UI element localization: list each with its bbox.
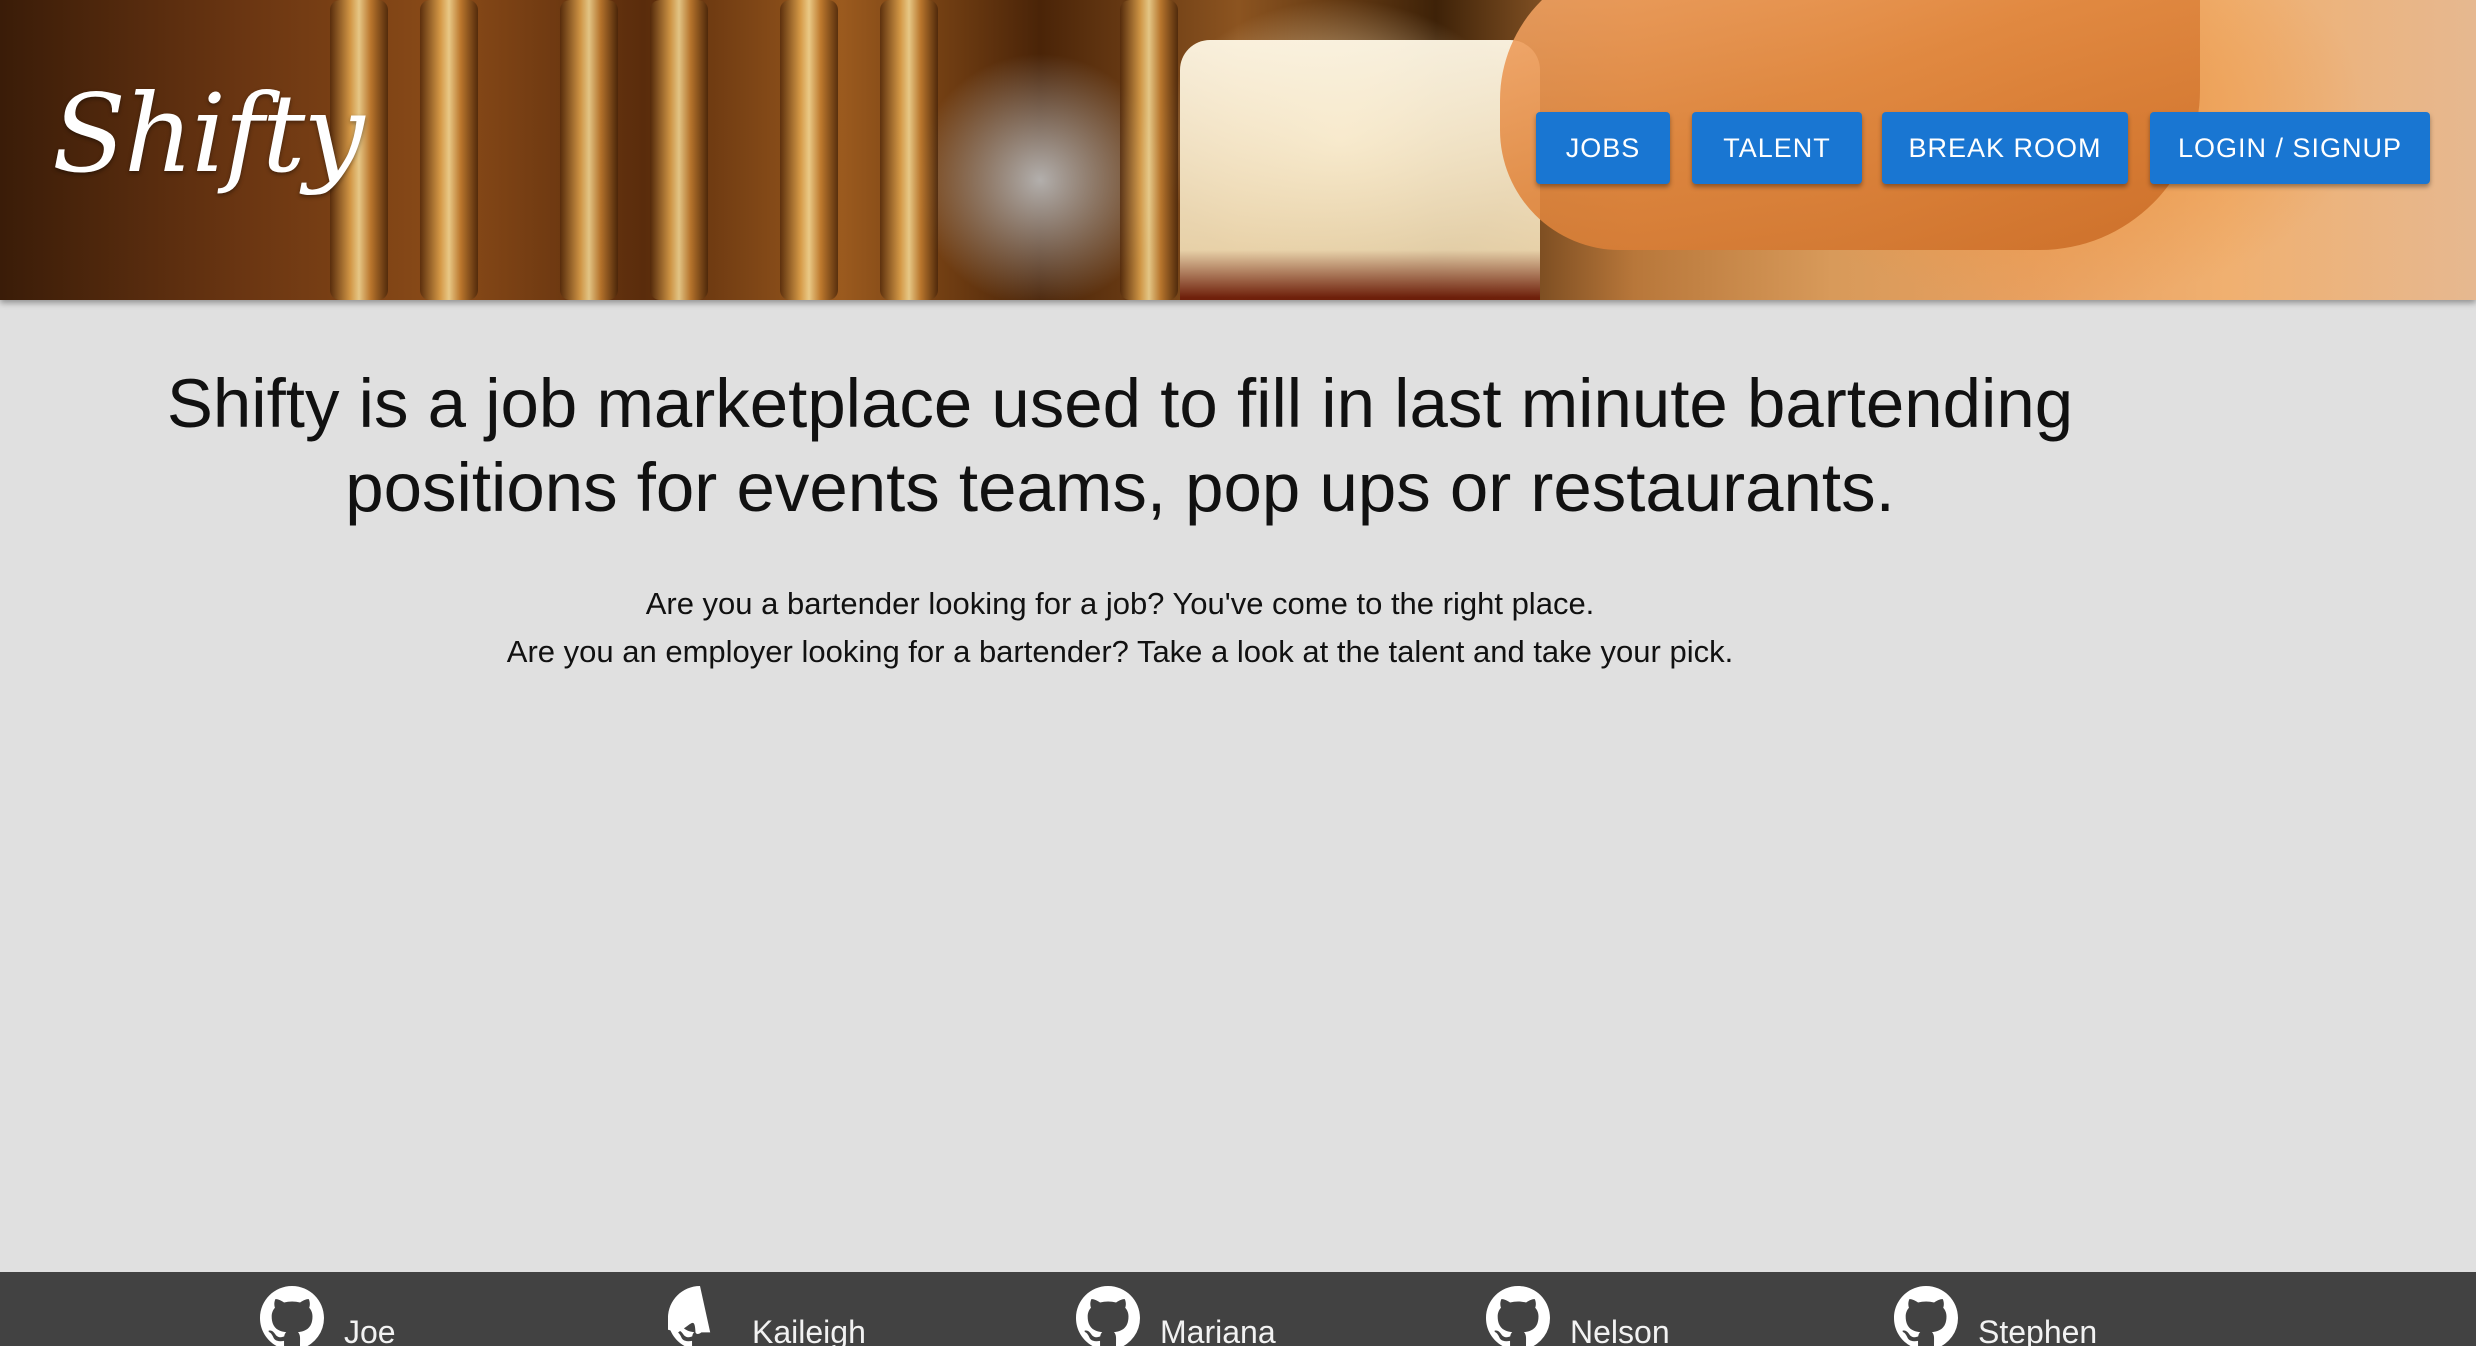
team-member-link[interactable]: Joe	[260, 1286, 396, 1346]
team-member-name: Stephen	[1978, 1314, 2098, 1346]
main-nav: JOBS TALENT BREAK ROOM LOGIN / SIGNUP	[0, 112, 2476, 184]
github-icon	[1076, 1286, 1140, 1346]
team-member-link[interactable]: Kaileigh	[668, 1286, 866, 1346]
nav-break-room-button[interactable]: BREAK ROOM	[1882, 112, 2128, 184]
bartender-intro-line: Are you a bartender looking for a job? Y…	[645, 586, 1595, 621]
site-footer: Joe Kaileigh Mariana Nelson Stephen	[0, 1272, 2476, 1346]
nav-login-signup-button[interactable]: LOGIN / SIGNUP	[2150, 112, 2430, 184]
team-member-name: Nelson	[1570, 1314, 1670, 1346]
employer-intro-line: Are you an employer looking for a barten…	[506, 634, 1734, 669]
page-headline: Shifty is a job marketplace used to fill…	[166, 365, 2074, 526]
team-member-name: Joe	[344, 1314, 396, 1346]
github-icon	[668, 1286, 711, 1346]
team-member-link[interactable]: Stephen	[1894, 1286, 2097, 1346]
nav-jobs-button[interactable]: JOBS	[1536, 112, 1670, 184]
team-member-name: Kaileigh	[752, 1314, 866, 1346]
nav-talent-button[interactable]: TALENT	[1692, 112, 1862, 184]
team-member-link[interactable]: Nelson	[1486, 1286, 1670, 1346]
team-member-name: Mariana	[1160, 1314, 1276, 1346]
site-header: Shifty JOBS TALENT BREAK ROOM LOGIN / SI…	[0, 0, 2476, 300]
github-icon	[1486, 1286, 1550, 1346]
main-content: Shifty is a job marketplace used to fill…	[0, 300, 2476, 1272]
team-member-link[interactable]: Mariana	[1076, 1286, 1276, 1346]
github-icon	[1894, 1286, 1958, 1346]
intro-text: Are you a bartender looking for a job? Y…	[140, 580, 2100, 676]
github-icon	[260, 1286, 324, 1346]
